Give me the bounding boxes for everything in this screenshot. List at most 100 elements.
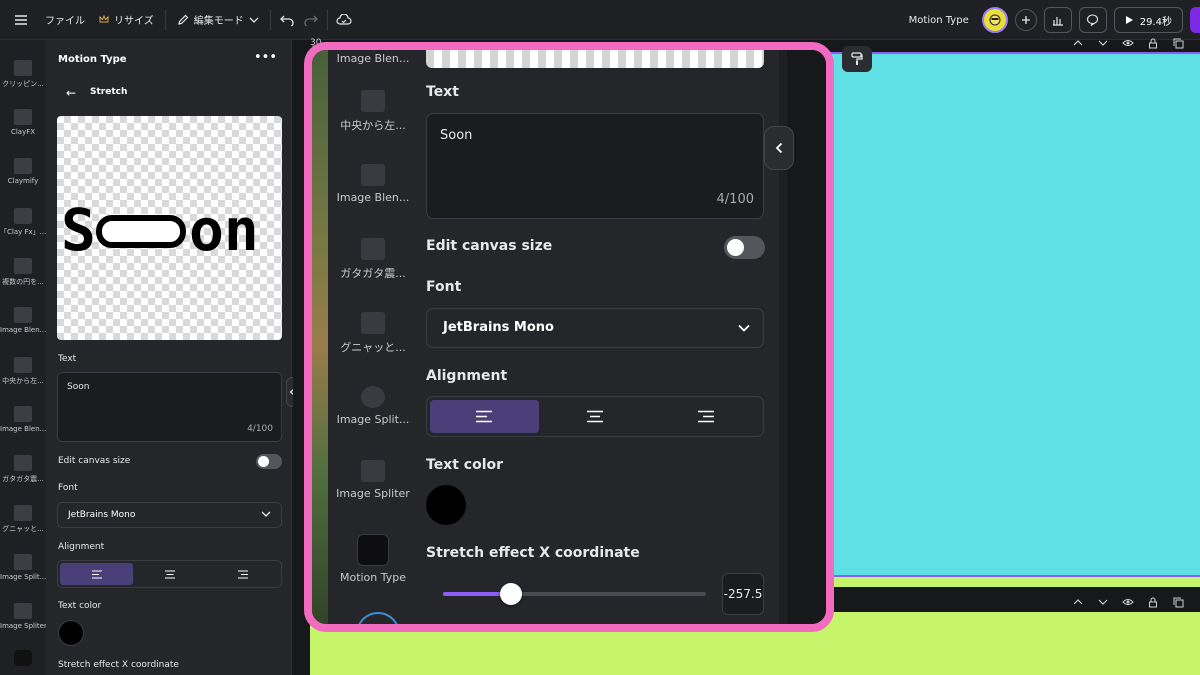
align-left-icon [476,410,493,423]
rail-item[interactable]: グニャッと... [0,505,46,534]
insights-button[interactable] [1043,7,1072,33]
resize-button[interactable]: リサイズ [92,0,161,40]
rail-item-label: Image Spliter [336,487,410,500]
rail-item[interactable]: Image Split... [328,386,418,426]
chevron-up-icon [1073,40,1083,46]
panel-title: Motion Type [58,54,127,65]
cyan-design-page[interactable] [830,52,1200,577]
rail-item-label: 中央から左... [2,377,44,385]
stretch-slider[interactable] [443,583,706,605]
move-down-button[interactable] [1097,37,1109,49]
rail-item[interactable]: Claymify [0,158,46,185]
cloud-check-icon [336,13,352,25]
rail-item-label: 「Clay Fx」... [0,228,46,236]
app-panel: Motion Type ••• ← Stretch S on Text Soon… [46,40,292,675]
rail-item-label: 中央から左... [340,119,406,132]
text-color-swatch[interactable] [426,485,466,525]
redo-button[interactable] [299,8,323,32]
align-left-button[interactable] [430,400,539,433]
rail-item[interactable]: 複数の円を... [0,258,46,287]
hide-button[interactable] [1122,596,1134,608]
undo-button[interactable] [275,8,299,32]
file-menu[interactable]: ファイル [38,0,92,40]
rail-item-motion-type[interactable]: Motion Type [328,534,418,584]
lock-button[interactable] [1147,596,1159,608]
bar-chart-icon [1052,17,1063,26]
alignment-control [57,560,282,588]
rail-thumbnail [14,554,32,570]
rail-item-label: Claymify [7,177,39,185]
font-label: Font [426,279,462,295]
rail-thumbnail [14,109,32,125]
rail-item[interactable]: グニャッと... [328,312,418,355]
text-input[interactable]: Soon 4/100 [57,372,282,442]
font-select-value: JetBrains Mono [68,510,136,520]
text-input[interactable]: Soon 4/100 [426,113,764,219]
rail-item[interactable]: クリッピン... [0,60,46,89]
cloud-save-button[interactable] [332,8,356,32]
rail-item[interactable]: Image Blen... [0,406,46,433]
move-up-button[interactable] [1072,37,1084,49]
stretch-value-input[interactable]: -257.5 [722,573,764,615]
rail-item-label: Image Blen... [336,191,410,204]
rail-item[interactable]: Image Spliter [328,460,418,500]
align-center-button[interactable] [133,563,206,585]
rail-item-label: ClayFX [10,128,36,136]
duplicate-button[interactable] [1172,596,1184,608]
app-root: ファイル リサイズ 編集モード Motion Type 29.4秒 クリッピン.… [0,0,1200,675]
text-color-label: Text color [58,601,102,611]
play-button[interactable]: 29.4秒 [1113,7,1183,33]
rail-item[interactable]: Image Blen... [0,307,46,334]
chevron-down-icon [261,511,271,517]
rail-thumbnail [14,455,32,471]
copy-style-button[interactable] [842,46,872,72]
eye-icon [1122,40,1134,46]
align-center-button[interactable] [541,400,650,433]
share-button[interactable] [1190,7,1200,33]
rail-item[interactable]: Image Split... [0,554,46,581]
canvas-size-toggle[interactable] [256,454,282,469]
rail-item[interactable]: ガタガタ震... [0,455,46,484]
undo-icon [279,15,294,26]
rail-item[interactable]: 中央から左... [0,357,46,386]
text-color-swatch[interactable] [58,620,84,646]
font-select-value: JetBrains Mono [443,320,554,335]
lock-button[interactable] [1147,37,1159,49]
edit-mode-dropdown[interactable]: 編集モード [170,0,266,40]
rail-item-motion-type[interactable] [0,650,46,669]
back-arrow-icon[interactable]: ← [66,86,76,100]
rail-item[interactable]: Image Blen... [328,164,418,204]
align-right-button[interactable] [206,563,279,585]
toggle-knob [727,239,744,256]
move-up-button[interactable] [1072,596,1084,608]
rail-item[interactable]: Image Blen... [328,52,418,65]
char-counter: 4/100 [247,424,273,434]
font-select[interactable]: JetBrains Mono [57,502,282,528]
rail-item[interactable]: Image Spliter [0,603,46,630]
alignment-control [426,396,764,437]
comment-button[interactable] [1078,7,1107,33]
collapse-panel-button[interactable] [764,126,794,170]
add-collaborator-button[interactable] [1014,9,1037,31]
resize-label: リサイズ [114,16,154,27]
align-right-icon [237,569,248,579]
avatar[interactable] [981,7,1008,33]
hide-button[interactable] [1122,37,1134,49]
more-options-icon[interactable]: ••• [254,50,277,65]
rail-item[interactable]: ガタガタ震... [328,238,418,281]
menu-button[interactable] [0,0,38,40]
font-select[interactable]: JetBrains Mono [426,308,764,348]
rail-item[interactable]: 「Clay Fx」... [0,208,46,237]
duplicate-button[interactable] [1172,37,1184,49]
comment-icon [1087,14,1099,26]
rail-item[interactable]: 中央から左... [328,90,418,133]
canvas-size-toggle[interactable] [724,236,765,259]
rail-item[interactable]: ClayFX [0,109,46,136]
slider-handle[interactable] [500,583,523,605]
effect-preview: S on [57,116,282,340]
rail-thumbnail [14,505,32,521]
align-left-button[interactable] [60,563,133,585]
move-down-button[interactable] [1097,596,1109,608]
document-title[interactable]: Motion Type [909,15,969,26]
align-right-button[interactable] [651,400,760,433]
